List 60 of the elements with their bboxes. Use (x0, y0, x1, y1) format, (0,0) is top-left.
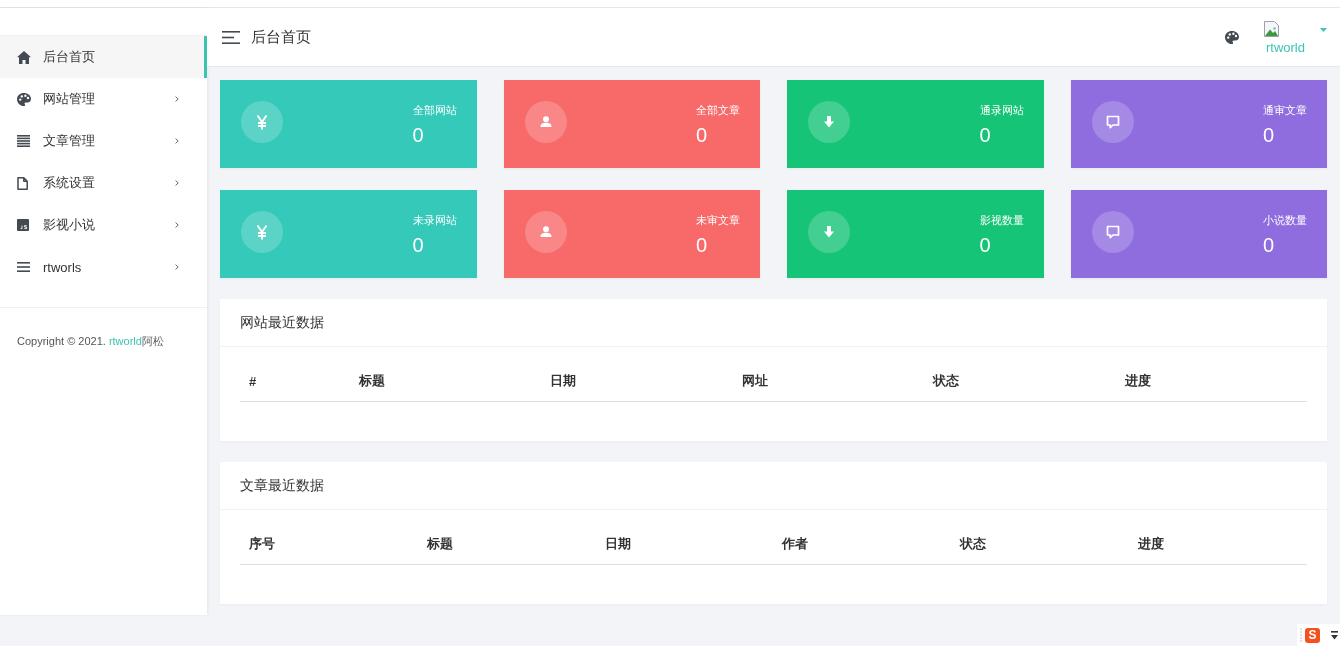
stat-label: 全部网站 (412, 102, 457, 117)
column-header: 标题 (417, 524, 596, 565)
stat-value: 0 (979, 123, 992, 146)
column-header: 序号 (240, 524, 418, 565)
caret-down-icon (1320, 28, 1327, 32)
home-icon (17, 50, 31, 64)
sidebar-item[interactable]: 文章管理 (0, 120, 207, 162)
chevron-right-icon (175, 264, 179, 270)
yen-icon (241, 100, 283, 143)
stat-label: 影视数量 (979, 212, 1024, 227)
column-header: 状态 (924, 361, 1116, 402)
column-header: 标题 (349, 361, 542, 402)
column-header: 状态 (951, 524, 1130, 565)
panel-title: 文章最近数据 (240, 476, 324, 495)
stat-label: 未录网站 (412, 212, 457, 227)
list-icon (17, 135, 30, 147)
sidebar-item[interactable]: rtworls (0, 246, 207, 288)
palette-icon[interactable] (1225, 30, 1239, 44)
image-icon (1264, 21, 1279, 37)
dropdown-icon[interactable] (1331, 630, 1338, 640)
chevron-right-icon (175, 96, 179, 102)
stat-value: 0 (412, 233, 425, 256)
chat-bubble-icon (1091, 100, 1134, 143)
chevron-right-icon (175, 222, 179, 228)
panel-title: 网站最近数据 (240, 313, 324, 332)
column-header: 日期 (595, 524, 774, 565)
user-icon (524, 210, 567, 253)
sidebar-item[interactable]: 系统设置 (0, 162, 207, 204)
stat-value: 0 (1263, 233, 1276, 256)
column-header: 进度 (1129, 524, 1307, 565)
script-icon (17, 219, 29, 231)
stat-label: 全部文章 (696, 102, 740, 117)
copyright-text: Copyright © 2021. rtworld阿松 (16, 334, 165, 349)
column-header: 进度 (1115, 361, 1307, 402)
page-title: 后台首页 (251, 27, 312, 47)
column-header: # (240, 361, 350, 402)
column-header: 日期 (541, 361, 733, 402)
chevron-right-icon (175, 138, 179, 144)
stat-value: 0 (1263, 123, 1276, 146)
stat-label: 小说数量 (1263, 212, 1307, 227)
chat-bubble-icon (1091, 210, 1134, 253)
stat-value: 0 (696, 233, 709, 256)
stat-label: 通录网站 (979, 102, 1024, 117)
file-icon (17, 176, 28, 190)
palette-icon (17, 92, 31, 106)
stat-value: 0 (696, 123, 709, 146)
sidebar-item[interactable]: 影视小说 (0, 204, 207, 246)
stat-value: 0 (979, 233, 992, 256)
stat-value: 0 (412, 123, 425, 146)
yen-icon (241, 210, 283, 253)
sidebar-item[interactable]: 网站管理 (0, 78, 207, 120)
column-header: 网址 (732, 361, 925, 402)
chevron-right-icon (175, 180, 179, 186)
user-icon (524, 100, 567, 143)
menu-icon[interactable] (222, 30, 240, 44)
sidebar-item[interactable]: 后台首页 (0, 36, 207, 78)
stat-label: 通审文章 (1263, 102, 1307, 117)
stat-label: 未审文章 (696, 212, 740, 227)
column-header: 作者 (773, 524, 952, 565)
menu-icon (17, 262, 30, 272)
